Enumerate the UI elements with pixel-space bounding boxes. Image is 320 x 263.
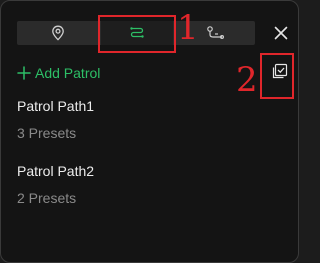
location-pin-icon [52,25,64,41]
annotation-box-1 [98,15,176,53]
close-button[interactable] [271,23,291,43]
tab-location[interactable] [17,21,99,45]
patrol-list: Patrol Path1 3 Presets Patrol Path2 2 Pr… [17,95,277,225]
annotation-box-2 [260,53,294,99]
patrol-preset-count: 3 Presets [17,125,77,141]
path-user-icon [207,26,225,40]
patrol-item[interactable]: Patrol Path1 3 Presets [17,95,277,153]
annotation-number-2: 2 [236,60,258,100]
close-icon [274,26,288,40]
add-patrol-button[interactable]: Add Patrol [17,63,100,83]
annotation-number-1: 1 [177,8,199,48]
patrol-item[interactable]: Patrol Path2 2 Presets [17,160,277,218]
patrol-name: Patrol Path2 [17,163,95,179]
plus-icon [17,66,31,80]
patrol-preset-count: 2 Presets [17,190,77,206]
add-patrol-label: Add Patrol [35,65,101,81]
